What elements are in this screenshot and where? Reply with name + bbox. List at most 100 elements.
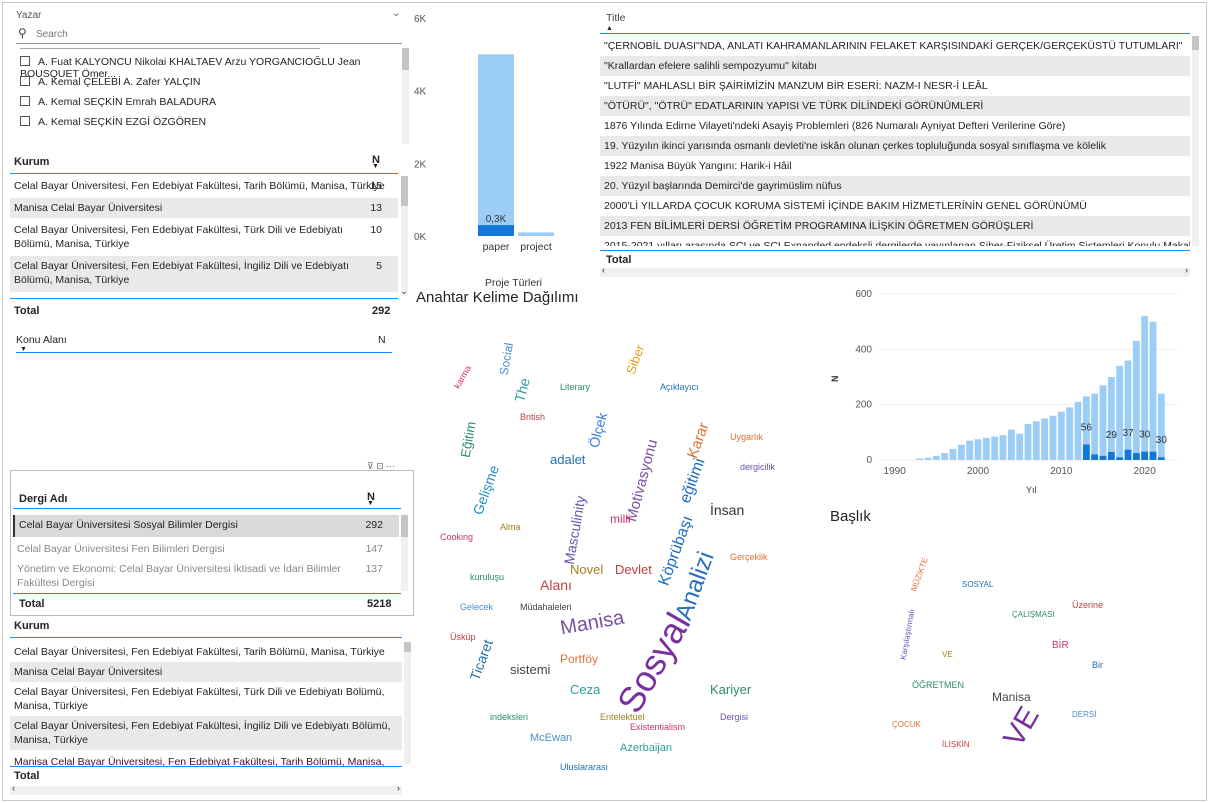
kurum-header: Kurum N ▼ <box>10 150 398 174</box>
kurum2-scrollbar[interactable] <box>404 642 411 764</box>
table-row[interactable]: Manisa Celal Bayar Üniversitesi, Fen Ede… <box>10 752 402 766</box>
sort-down-icon: ▼ <box>20 346 27 353</box>
yazar-scrollbar[interactable] <box>402 48 409 144</box>
title-cell: 1922 Manisa Büyük Yangını: Harik-i Hâil <box>604 160 792 172</box>
checkbox[interactable] <box>20 56 30 66</box>
table-row[interactable]: Manisa Celal Bayar Üniversitesi <box>10 662 402 682</box>
total-label: Total <box>606 254 632 266</box>
kurum-name: Manisa Celal Bayar Üniversitesi <box>14 202 163 214</box>
bar <box>924 457 932 460</box>
table-row[interactable]: 1922 Manisa Büyük Yangını: Harik-i Hâil <box>600 156 1190 176</box>
x-tick-label: 2010 <box>1050 466 1073 477</box>
bar-highlight <box>1099 455 1107 460</box>
bar <box>916 458 924 460</box>
kurum-name: Celal Bayar Üniversitesi, Fen Edebiyat F… <box>14 686 385 712</box>
dergi-name: Celal Bayar Üniversitesi Sosyal Bilimler… <box>19 519 238 531</box>
yazar-item-label: A. Kemal SEÇKİN Emrah BALADURA <box>38 96 216 108</box>
chevron-down-icon[interactable]: ⌄ <box>392 8 400 19</box>
x-tick-label: 1990 <box>884 466 907 477</box>
table-row[interactable]: Manisa Celal Bayar Üniversitesi 13 <box>10 198 398 218</box>
kurum2-header: Kurum <box>10 618 402 638</box>
bar-highlight <box>1107 451 1115 460</box>
table-row[interactable]: 2000'Lİ YILLARDA ÇOCUK KORUMA SİSTEMİ İÇ… <box>600 196 1190 216</box>
dergi-n: 292 <box>365 519 383 531</box>
title-rows: "ÇERNOBİL DUASI"NDA, ANLATI KAHRAMANLARI… <box>600 36 1190 246</box>
checkbox[interactable] <box>20 116 30 126</box>
table-row[interactable]: Celal Bayar Üniversitesi, Fen Edebiyat F… <box>10 716 402 750</box>
table-row[interactable]: Celal Bayar Üniversitesi, Fen Edebiyat F… <box>10 176 398 196</box>
dergi-col-header[interactable]: Dergi Adı <box>19 493 68 505</box>
yazar-list-item[interactable]: A. Kemal ÇELEBİ A. Zafer YALÇIN <box>20 76 200 88</box>
table-row[interactable]: Celal Bayar Üniversitesi Sosyal Bilimler… <box>13 515 399 537</box>
table-row[interactable]: "ÖTÜRÜ", "ÖTRÜ" EDATLARININ YAPISI VE TÜ… <box>600 96 1190 116</box>
table-row[interactable]: Celal Bayar Üniversitesi, Fen Edebiyat F… <box>10 256 398 292</box>
kurum-col-header[interactable]: Kurum <box>14 156 49 168</box>
more-options-icon[interactable]: ⋯ <box>386 461 395 471</box>
table-row[interactable]: Celal Bayar Üniversitesi Fen Bilimleri D… <box>13 539 399 559</box>
title-header: Title ▲ <box>600 6 1190 34</box>
kurum-col-header[interactable]: Kurum <box>14 620 49 632</box>
title-cell: 20. Yüzyıl başlarında Demirci'de gayrimü… <box>604 180 842 192</box>
table-row[interactable]: 1876 Yılında Edirne Vilayeti'ndeki Asayi… <box>600 116 1190 136</box>
dergi-total-row: Total 5218 <box>13 597 401 613</box>
table-row[interactable]: 19. Yüzyılın ikinci yarısında osmanlı de… <box>600 136 1190 156</box>
table-row[interactable]: "Krallardan efelere salihli sempozyumu" … <box>600 56 1190 76</box>
title-scrollbar[interactable] <box>1192 36 1199 246</box>
scroll-down-icon[interactable]: ⌄ <box>400 286 408 297</box>
proje-bar-chart: 6K 4K 2K 0K paper project 0,3K Proje Türleri <box>414 14 554 289</box>
bar <box>1107 377 1115 460</box>
bar-highlight <box>1116 457 1124 460</box>
kurum-n: 10 <box>370 224 382 236</box>
checkbox[interactable] <box>20 96 30 106</box>
kurum-name: Celal Bayar Üniversitesi, Fen Edebiyat F… <box>14 646 385 658</box>
title-cell: 1876 Yılında Edirne Vilayeti'ndeki Asayi… <box>604 120 1066 132</box>
yazar-list-item[interactable]: A. Kemal SEÇKİN EZGİ ÖZGÖREN <box>20 116 206 128</box>
bar <box>932 455 940 460</box>
x-axis-label: Yıl <box>1026 485 1037 495</box>
kurum-name: Manisa Celal Bayar Üniversitesi, Fen Ede… <box>14 756 385 766</box>
kurum-name: Celal Bayar Üniversitesi, Fen Edebiyat F… <box>14 720 391 746</box>
bar-highlight <box>478 225 514 236</box>
x-tick-label: 2000 <box>967 466 990 477</box>
dergi-n: 137 <box>365 563 383 575</box>
table-row[interactable]: 2013 FEN BİLİMLERİ DERSİ ÖĞRETİM PROGRAM… <box>600 216 1190 236</box>
title-cell: "LUTFİ" MAHLASLI BİR ŞAİRİMİZİN MANZUM B… <box>604 80 988 92</box>
table-divider <box>10 298 398 299</box>
bar <box>1032 421 1040 460</box>
bar <box>966 440 974 460</box>
table-row[interactable]: 20. Yüzyıl başlarında Demirci'de gayrimü… <box>600 176 1190 196</box>
dergi-scrollbar[interactable] <box>401 515 408 591</box>
kurum-name: Celal Bayar Üniversitesi, Fen Edebiyat F… <box>14 224 343 250</box>
checkbox[interactable] <box>20 76 30 86</box>
yazar-title: Yazar <box>16 10 42 21</box>
bar <box>1157 393 1165 460</box>
table-row[interactable]: "LUTFİ" MAHLASLI BİR ŞAİRİMİZİN MANZUM B… <box>600 76 1190 96</box>
bar <box>1091 393 1099 460</box>
y-tick-label: 400 <box>855 344 872 355</box>
search-icon: ⚲ <box>18 26 27 40</box>
title-cell: "ÖTÜRÜ", "ÖTRÜ" EDATLARININ YAPISI VE TÜ… <box>604 100 984 112</box>
dergi-table: ⊽ ⊡ ⋯ Dergi Adı N ▼ Celal Bayar Üniversi… <box>10 461 414 616</box>
visual-header-icons: ⊽ ⊡ ⋯ <box>367 461 395 472</box>
table-row[interactable]: 2015-2021 yılları arasında SCI ve SCI Ex… <box>600 236 1190 246</box>
bar <box>1041 418 1049 460</box>
kurum2-hscrollbar[interactable]: ‹ › <box>10 783 402 795</box>
bar <box>1116 365 1124 460</box>
table-row[interactable]: Yönetim ve Ekonomi: Celal Bayar Üniversi… <box>13 559 399 591</box>
table-row[interactable]: Celal Bayar Üniversitesi, Fen Edebiyat F… <box>10 682 402 716</box>
bar <box>1099 385 1107 460</box>
x-tick-label: project <box>520 241 552 253</box>
yazar-list-item[interactable]: A. Kemal SEÇKİN Emrah BALADURA <box>20 96 216 108</box>
kurum-rows: Celal Bayar Üniversitesi, Fen Edebiyat F… <box>10 176 398 298</box>
yazar-item-label: A. Kemal SEÇKİN EZGİ ÖZGÖREN <box>38 116 207 128</box>
title-hscrollbar[interactable]: ‹ › <box>600 265 1190 277</box>
table-row[interactable]: Celal Bayar Üniversitesi, Fen Edebiyat F… <box>10 220 398 254</box>
filter-icon[interactable]: ⊽ <box>367 461 374 471</box>
table-row[interactable]: "ÇERNOBİL DUASI"NDA, ANLATI KAHRAMANLARI… <box>600 36 1190 56</box>
table-row[interactable]: Celal Bayar Üniversitesi, Fen Edebiyat F… <box>10 642 402 662</box>
dergi-name: Yönetim ve Ekonomi: Celal Bayar Üniversi… <box>17 563 341 589</box>
search-box[interactable]: ⚲ Search <box>16 26 402 44</box>
focus-mode-icon[interactable]: ⊡ <box>376 461 384 471</box>
title-col-header[interactable]: Title <box>606 12 625 24</box>
kurum-scrollbar[interactable] <box>401 176 408 296</box>
